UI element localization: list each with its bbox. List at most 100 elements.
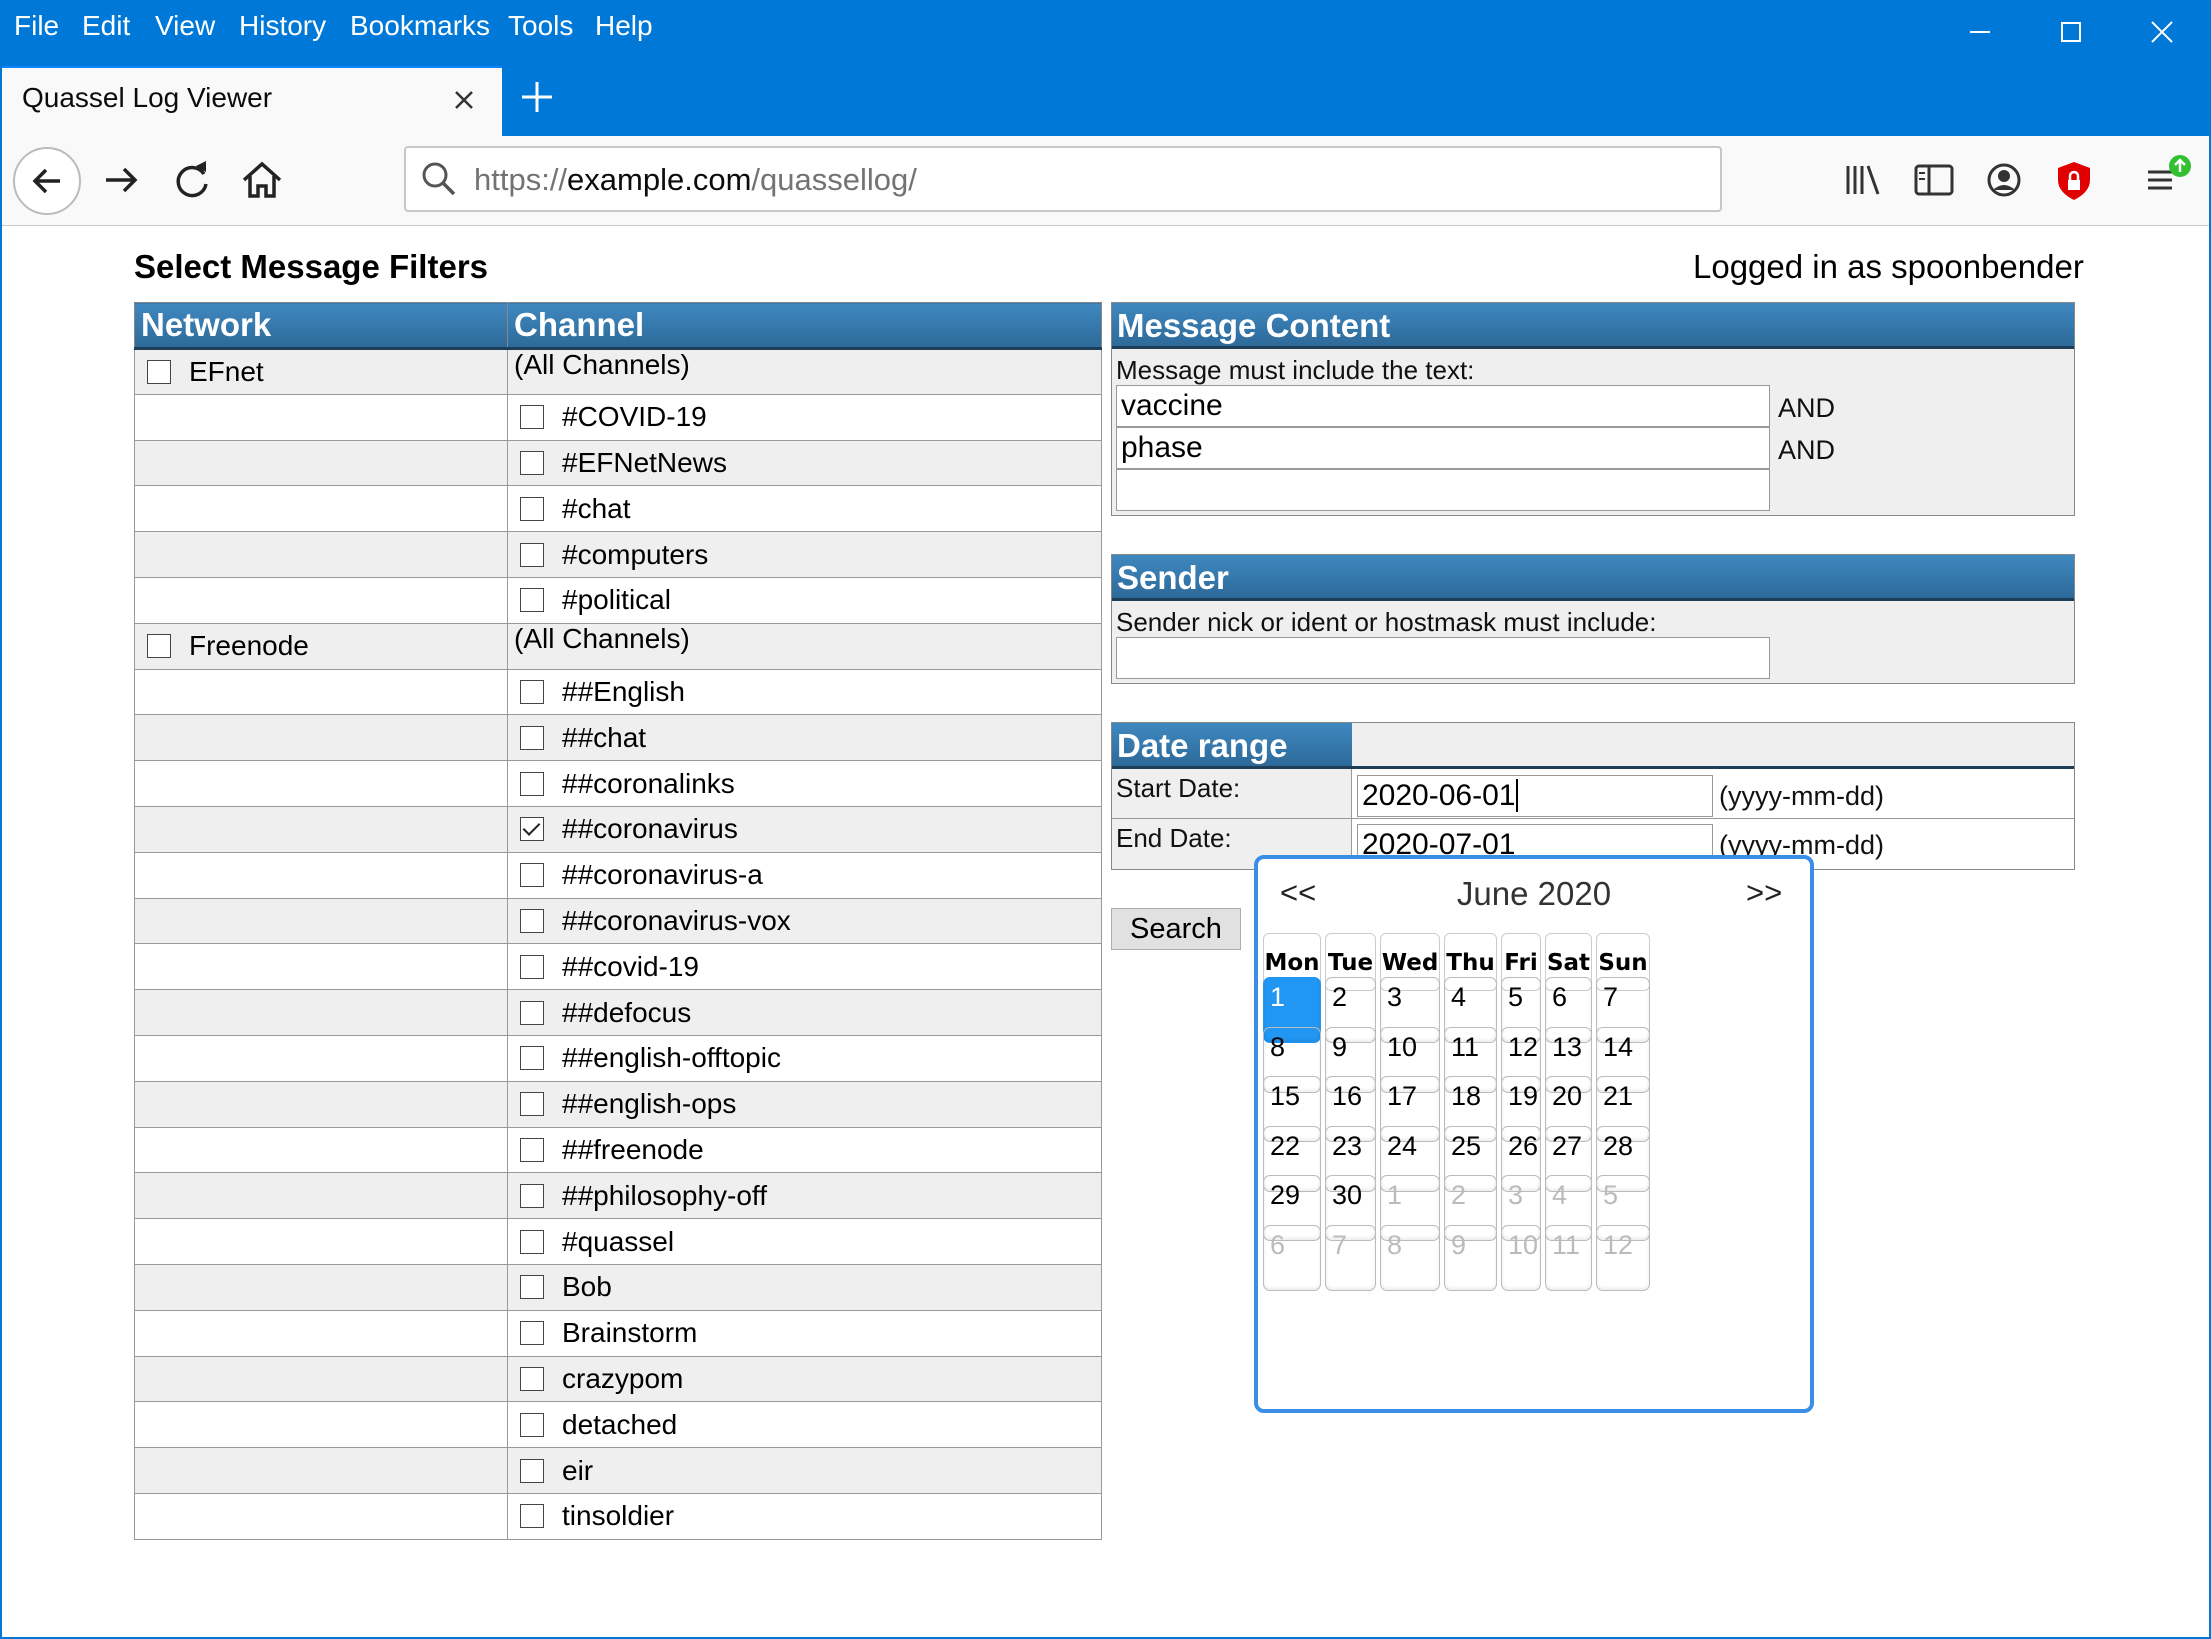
channel-checkbox[interactable] — [520, 1458, 544, 1483]
maximize-icon[interactable] — [2035, 6, 2107, 58]
channel-label: crazypom — [562, 1362, 684, 1394]
channel-checkbox[interactable] — [520, 1183, 544, 1208]
page-title: Select Message Filters — [134, 248, 489, 285]
date-range-panel: Date range Start Date: 2020-06-01 (yyyy-… — [1111, 722, 2075, 870]
network-header: Network — [134, 302, 508, 350]
url-bar[interactable]: https://example.com/quassellog/ — [404, 146, 1722, 212]
channel-checkbox[interactable] — [520, 1504, 544, 1529]
network-cell-empty — [134, 531, 508, 578]
date-range-header: Date range — [1112, 723, 1352, 769]
channel-row: #computers — [134, 531, 1102, 578]
reload-icon[interactable] — [160, 148, 224, 212]
channel-cell: ##defocus — [507, 989, 1102, 1036]
message-text-input-3[interactable] — [1116, 469, 1770, 511]
channel-checkbox[interactable] — [520, 496, 544, 521]
channel-checkbox[interactable] — [520, 817, 544, 842]
network-cell-empty — [134, 393, 508, 441]
network-cell-empty — [134, 1218, 508, 1265]
account-icon[interactable] — [1972, 148, 2036, 212]
calendar-day-outside-month[interactable]: 12 — [1596, 1225, 1650, 1291]
channel-cell: #political — [507, 576, 1102, 624]
navigation-toolbar: https://example.com/quassellog/ — [0, 136, 2211, 226]
calendar-day-outside-month[interactable]: 10 — [1501, 1225, 1541, 1291]
minimize-icon[interactable] — [1944, 6, 2016, 58]
menu-help[interactable]: Help — [595, 6, 653, 46]
channel-label: ##English — [562, 675, 685, 707]
channel-label: ##english-ops — [562, 1088, 737, 1120]
channel-cell: #COVID-19 — [507, 393, 1102, 441]
sender-input[interactable] — [1116, 637, 1770, 679]
calendar-day-outside-month[interactable]: 7 — [1325, 1225, 1376, 1291]
channel-checkbox[interactable] — [520, 1412, 544, 1437]
channel-label: #computers — [562, 538, 709, 570]
next-month-button[interactable]: >> — [1746, 875, 1782, 911]
back-icon[interactable] — [12, 146, 82, 216]
network-cell-empty — [134, 668, 508, 716]
channel-row: crazypom — [134, 1355, 1102, 1403]
channel-row: ##chat — [134, 714, 1102, 762]
library-icon[interactable] — [1832, 148, 1896, 212]
channel-checkbox[interactable] — [520, 1229, 544, 1254]
home-icon[interactable] — [230, 148, 294, 212]
channel-checkbox[interactable] — [520, 542, 544, 567]
forward-icon[interactable] — [90, 148, 154, 212]
network-cell-empty — [134, 760, 508, 807]
ublock-shield-icon[interactable] — [2042, 148, 2106, 212]
menu-history[interactable]: History — [239, 6, 326, 46]
menu-file[interactable]: File — [14, 6, 59, 46]
channel-label: #quassel — [562, 1225, 675, 1257]
channel-checkbox[interactable] — [520, 1321, 544, 1346]
menu-view[interactable]: View — [155, 6, 215, 46]
start-date-input[interactable]: 2020-06-01 — [1357, 775, 1713, 817]
channel-checkbox[interactable] — [520, 588, 544, 613]
channel-cell: tinsoldier — [507, 1492, 1102, 1540]
network-checkbox[interactable] — [147, 359, 171, 384]
message-text-input-1[interactable]: vaccine — [1116, 385, 1770, 427]
network-cell-empty — [134, 897, 508, 945]
network-cell: Freenode — [134, 622, 508, 670]
network-checkbox[interactable] — [147, 634, 171, 659]
menu-bookmarks[interactable]: Bookmarks — [350, 6, 490, 46]
tab-quassel-log-viewer[interactable]: Quassel Log Viewer — [2, 66, 502, 136]
channel-checkbox[interactable] — [520, 450, 544, 475]
channel-checkbox[interactable] — [520, 1366, 544, 1391]
channel-checkbox[interactable] — [520, 954, 544, 979]
channel-row: ##covid-19 — [134, 943, 1102, 991]
channel-row: #EFNetNews — [134, 439, 1102, 487]
url-text: https://example.com/quassellog/ — [474, 162, 917, 197]
network-cell-empty — [134, 1309, 508, 1357]
menu-tools[interactable]: Tools — [508, 6, 573, 46]
channel-row: ##philosophy-off — [134, 1172, 1102, 1220]
channel-label: #COVID-19 — [562, 401, 707, 433]
channel-cell: #chat — [507, 485, 1102, 533]
calendar-day-outside-month[interactable]: 11 — [1545, 1225, 1592, 1291]
tab-title: Quassel Log Viewer — [22, 82, 273, 113]
channel-checkbox[interactable] — [520, 1000, 544, 1025]
new-tab-icon[interactable] — [512, 72, 562, 122]
calendar-day-outside-month[interactable]: 8 — [1380, 1225, 1440, 1291]
message-text-input-2[interactable]: phase — [1116, 427, 1770, 469]
hamburger-menu-icon[interactable] — [2134, 148, 2198, 212]
channel-checkbox[interactable] — [520, 771, 544, 796]
channel-checkbox[interactable] — [520, 1092, 544, 1117]
close-tab-icon[interactable] — [444, 80, 484, 120]
sidebar-icon[interactable] — [1902, 148, 1966, 212]
channel-checkbox[interactable] — [520, 679, 544, 704]
channel-checkbox[interactable] — [520, 1137, 544, 1162]
channel-checkbox[interactable] — [520, 908, 544, 933]
channel-checkbox[interactable] — [520, 725, 544, 750]
channel-row: ##coronavirus — [134, 805, 1102, 853]
date-row-divider — [1112, 818, 2074, 819]
channel-checkbox[interactable] — [520, 863, 544, 888]
channel-checkbox[interactable] — [520, 1046, 544, 1071]
channel-checkbox[interactable] — [520, 1275, 544, 1300]
start-date-format-hint: (yyyy-mm-dd) — [1719, 781, 1884, 811]
calendar-day-outside-month[interactable]: 9 — [1444, 1225, 1497, 1291]
channel-label: ##chat — [562, 721, 647, 753]
search-button[interactable]: Search — [1111, 908, 1241, 950]
channel-row: eir — [134, 1447, 1102, 1494]
close-window-icon[interactable] — [2126, 6, 2198, 58]
menu-edit[interactable]: Edit — [82, 6, 130, 46]
channel-checkbox[interactable] — [520, 405, 544, 430]
calendar-day-outside-month[interactable]: 6 — [1263, 1225, 1321, 1291]
